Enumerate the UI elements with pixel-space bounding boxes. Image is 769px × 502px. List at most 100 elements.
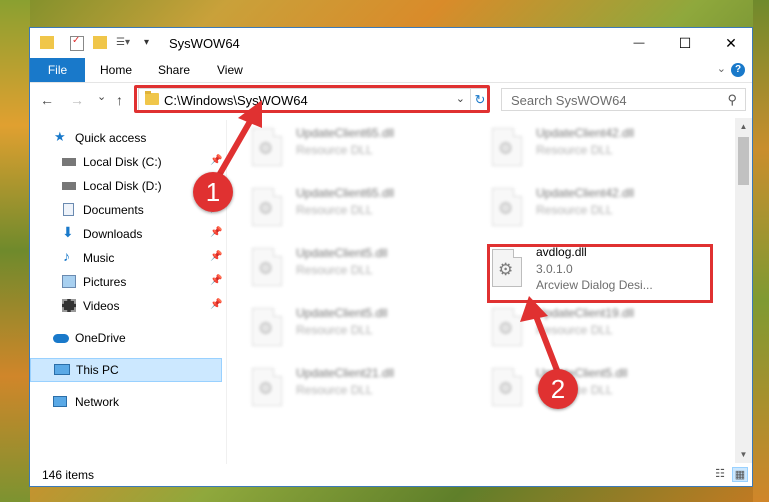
title-bar: ✓ ☰▾ ▾ SysWOW64 — ☐ ✕ xyxy=(30,28,752,58)
music-icon: ♪ xyxy=(63,248,70,264)
sidebar-item-videos[interactable]: Videos 📌 xyxy=(30,294,222,318)
cloud-icon xyxy=(53,334,69,343)
search-icon[interactable]: ⚲ xyxy=(727,92,737,108)
ribbon-expand-chevron-icon[interactable]: ⌄ xyxy=(717,62,726,75)
close-button[interactable]: ✕ xyxy=(708,28,752,58)
sidebar-item-local-disk-c[interactable]: Local Disk (C:) 📌 xyxy=(30,150,222,174)
file-item[interactable]: ⚙ UpdateClient42.dll Resource DLL xyxy=(470,122,700,172)
pin-icon[interactable]: 📌 xyxy=(210,155,222,166)
file-name: UpdateClient21.dll xyxy=(296,366,395,380)
download-arrow-icon: ⬇ xyxy=(62,224,74,240)
sidebar-item-label: Quick access xyxy=(75,131,147,145)
file-item[interactable]: ⚙ UpdateClient5.dll Resource DLL xyxy=(470,362,700,412)
vertical-scrollbar[interactable]: ▲ ▼ xyxy=(735,118,752,463)
sidebar-item-label: Music xyxy=(83,251,115,265)
sidebar-item-downloads[interactable]: ⬇ Downloads 📌 xyxy=(30,222,222,246)
sidebar-item-label: This PC xyxy=(76,363,119,377)
file-item[interactable]: ⚙ UpdateClient65.dll Resource DLL xyxy=(230,122,460,172)
file-item[interactable]: ⚙ UpdateClient5.dll Resource DLL xyxy=(230,302,460,352)
toolbar-dropdown-icon[interactable]: ▾ xyxy=(144,36,154,49)
sidebar-item-music[interactable]: ♪ Music 📌 xyxy=(30,246,222,270)
details-view-icon[interactable]: ☷ xyxy=(712,467,728,482)
dll-file-icon: ⚙ xyxy=(492,368,522,406)
explorer-window: ✓ ☰▾ ▾ SysWOW64 — ☐ ✕ File Home Share Vi… xyxy=(29,27,753,487)
file-name: UpdateClient5.dll xyxy=(296,306,388,320)
gear-icon: ⚙ xyxy=(258,199,274,218)
file-type: Resource DLL xyxy=(296,143,373,157)
search-input[interactable]: Search SysWOW64 xyxy=(511,93,627,108)
sidebar-item-label: OneDrive xyxy=(75,331,126,345)
pictures-icon xyxy=(62,275,76,288)
tab-share[interactable]: Share xyxy=(158,58,190,82)
sidebar-item-network[interactable]: Network xyxy=(30,390,222,414)
file-item[interactable]: ⚙ UpdateClient65.dll Resource DLL xyxy=(230,182,460,232)
dll-file-icon: ⚙ xyxy=(492,128,522,166)
file-item[interactable]: ⚙ UpdateClient19.dll Resource DLL xyxy=(470,302,700,352)
help-icon[interactable]: ? xyxy=(731,63,745,77)
navigation-bar: ← → ⌄ ↑ C:\Windows\SysWOW64 ⌄ ↻ Search S… xyxy=(30,84,752,118)
desktop-background-right xyxy=(753,0,769,502)
scroll-up-icon[interactable]: ▲ xyxy=(735,118,752,135)
step-2-badge: 2 xyxy=(538,369,578,409)
new-folder-icon[interactable] xyxy=(93,36,107,49)
file-tab[interactable]: File xyxy=(30,58,85,82)
file-name: UpdateClient42.dll xyxy=(536,186,635,200)
pin-icon[interactable]: 📌 xyxy=(210,251,222,262)
dll-file-icon: ⚙ xyxy=(492,308,522,346)
tab-view[interactable]: View xyxy=(217,58,243,82)
pin-icon[interactable]: 📌 xyxy=(210,275,222,286)
up-button[interactable]: ↑ xyxy=(116,92,123,108)
search-box[interactable]: Search SysWOW64 ⚲ xyxy=(501,88,746,111)
step-1-badge: 1 xyxy=(193,172,233,212)
dll-file-icon: ⚙ xyxy=(252,248,282,286)
file-name: UpdateClient5.dll xyxy=(296,246,388,260)
ribbon: File Home Share View ⌄ ? xyxy=(30,58,752,83)
dll-file-icon: ⚙ xyxy=(252,188,282,226)
sidebar-item-documents[interactable]: Documents 📌 xyxy=(30,198,222,222)
forward-button[interactable]: → xyxy=(70,92,84,108)
customize-toolbar-icon[interactable]: ☰▾ xyxy=(116,36,132,49)
pin-icon[interactable]: 📌 xyxy=(210,299,222,310)
sidebar-item-pictures[interactable]: Pictures 📌 xyxy=(30,270,222,294)
sidebar-item-label: Local Disk (C:) xyxy=(83,155,162,169)
item-count: 146 items xyxy=(42,468,95,482)
file-item[interactable]: ⚙ UpdateClient21.dll Resource DLL xyxy=(230,362,460,412)
file-type: Resource DLL xyxy=(296,203,373,217)
navigation-pane: ★ Quick access Local Disk (C:) 📌 Local D… xyxy=(30,122,226,462)
window-title: SysWOW64 xyxy=(169,36,240,51)
scrollbar-thumb[interactable] xyxy=(738,137,749,185)
properties-icon[interactable]: ✓ xyxy=(70,35,84,51)
sidebar-item-label: Videos xyxy=(83,299,120,313)
dll-file-icon: ⚙ xyxy=(252,128,282,166)
network-icon xyxy=(53,396,67,407)
file-item[interactable]: ⚙ UpdateClient42.dll Resource DLL xyxy=(470,182,700,232)
dll-file-icon: ⚙ xyxy=(252,308,282,346)
file-highlight-box xyxy=(487,244,713,303)
back-button[interactable]: ← xyxy=(40,92,54,108)
sidebar-item-this-pc[interactable]: This PC xyxy=(30,358,222,382)
file-type: Resource DLL xyxy=(536,203,613,217)
desktop-background-left xyxy=(0,0,30,502)
sidebar-item-onedrive[interactable]: OneDrive xyxy=(30,326,222,350)
gear-icon: ⚙ xyxy=(258,259,274,278)
file-name: UpdateClient19.dll xyxy=(536,306,635,320)
gear-icon: ⚙ xyxy=(258,139,274,158)
tab-home[interactable]: Home xyxy=(100,58,132,82)
file-name: UpdateClient65.dll xyxy=(296,186,395,200)
file-type: Resource DLL xyxy=(536,143,613,157)
sidebar-item-label: Documents xyxy=(83,203,144,217)
sidebar-item-label: Network xyxy=(75,395,120,409)
maximize-button[interactable]: ☐ xyxy=(662,28,708,58)
sidebar-item-quick-access[interactable]: ★ Quick access xyxy=(30,126,222,150)
pin-icon[interactable]: 📌 xyxy=(210,227,222,238)
address-highlight-box xyxy=(134,85,490,113)
gear-icon: ⚙ xyxy=(498,139,514,158)
pane-divider[interactable] xyxy=(226,120,227,465)
drive-icon xyxy=(62,158,76,166)
tiles-view-icon[interactable]: ▦ xyxy=(732,467,748,482)
scroll-down-icon[interactable]: ▼ xyxy=(735,446,752,463)
recent-locations-button[interactable]: ⌄ xyxy=(97,90,106,103)
file-item[interactable]: ⚙ UpdateClient5.dll Resource DLL xyxy=(230,242,460,292)
sidebar-item-label: Pictures xyxy=(83,275,127,289)
minimize-button[interactable]: — xyxy=(616,28,662,58)
